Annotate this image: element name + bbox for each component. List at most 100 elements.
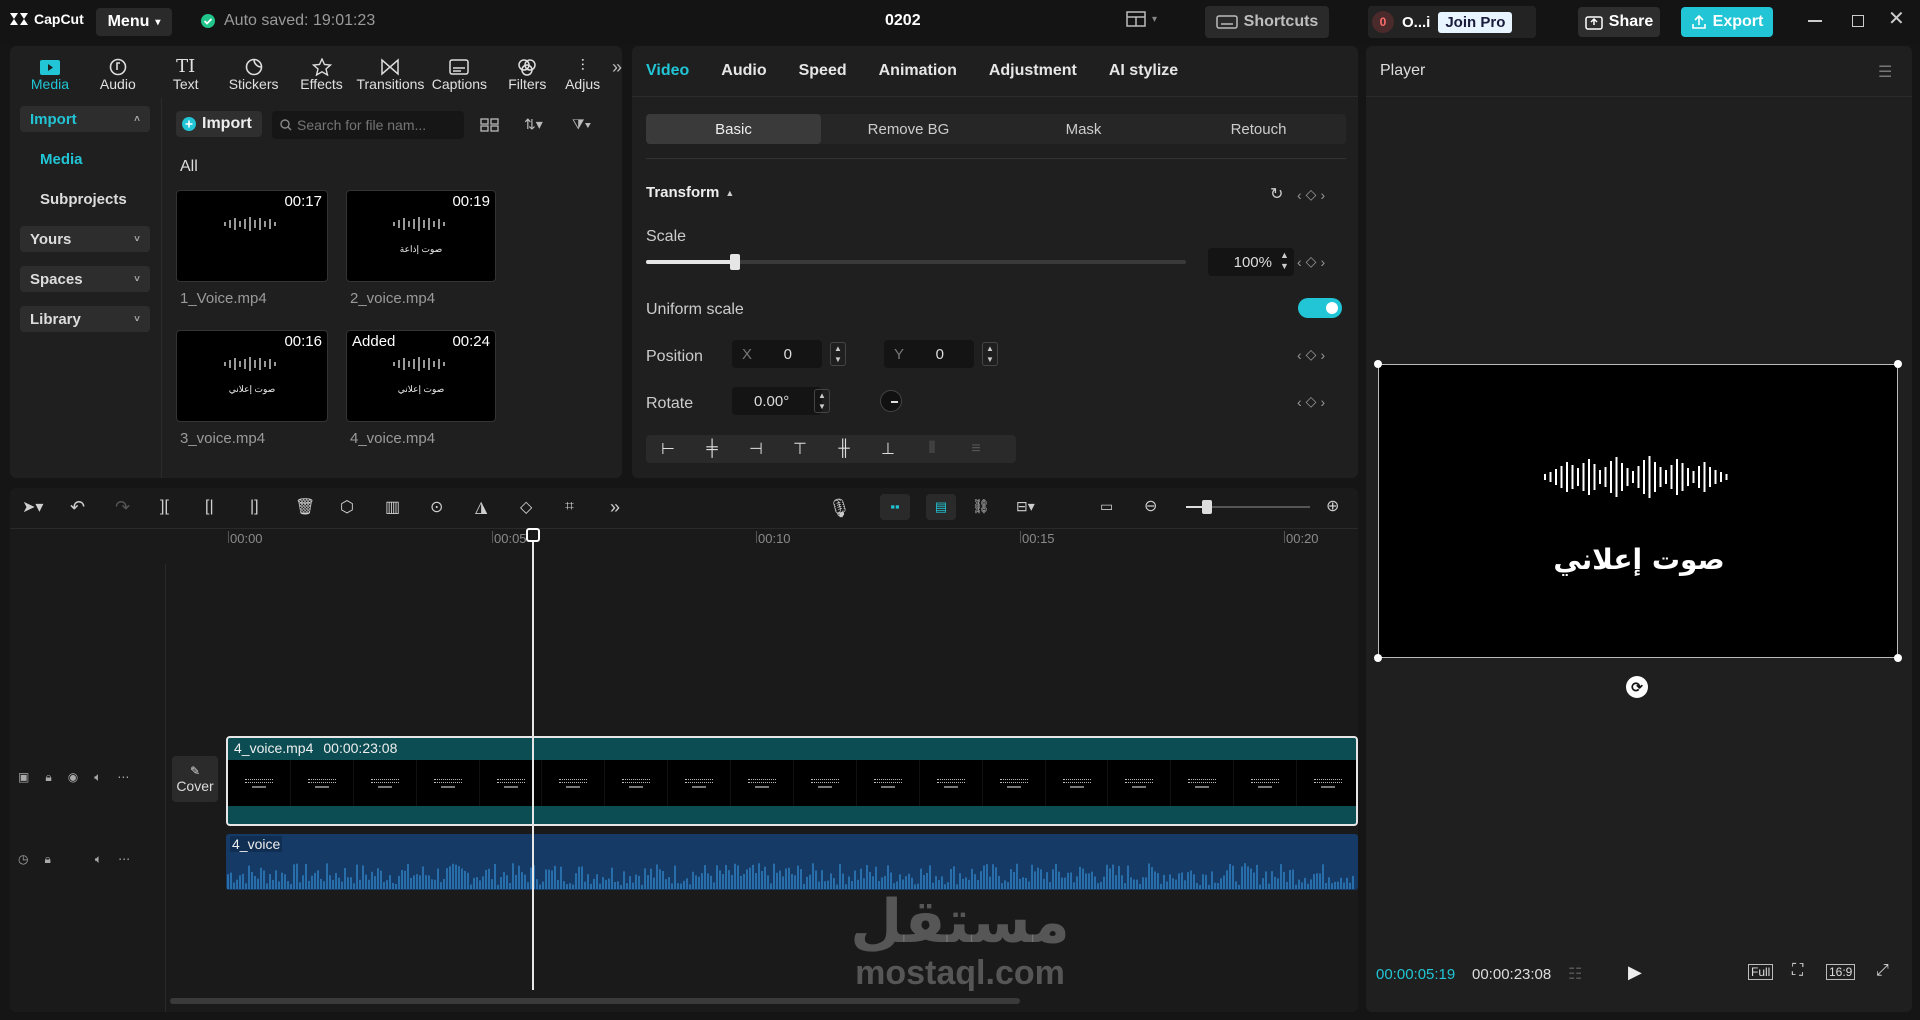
sidebar-item-yours[interactable]: Yours ˅ xyxy=(20,226,150,252)
full-quality-button[interactable]: Full xyxy=(1748,964,1774,980)
tab-speed[interactable]: Speed xyxy=(799,62,847,80)
audio-clip[interactable]: 4_voice xyxy=(226,834,1358,890)
distribute-v-icon[interactable]: ≡ xyxy=(954,440,998,458)
lock-icon[interactable]: 🔒︎ xyxy=(44,852,50,867)
timeline-view-icon[interactable]: ☷ xyxy=(1568,964,1582,984)
screen-icon[interactable]: ▭ xyxy=(1100,498,1113,515)
grid-view-icon[interactable] xyxy=(480,118,500,132)
play-reverse-icon[interactable]: ⊙ xyxy=(430,497,475,517)
zoom-in-icon[interactable]: ⊕ xyxy=(1326,496,1339,516)
align-right-icon[interactable]: ⊣ xyxy=(734,439,778,459)
position-y-stepper[interactable]: ▲ ▼ xyxy=(982,342,998,366)
video-clip[interactable]: 4_voice.mp4 00:00:23:08 xyxy=(226,736,1358,826)
tab-ai-stylize[interactable]: AI stylize xyxy=(1109,62,1178,80)
tab-adjustment[interactable]: Adjustment xyxy=(989,62,1077,80)
volume-icon[interactable]: 🔈︎ xyxy=(94,770,101,785)
distribute-h-icon[interactable]: ⫴ xyxy=(910,440,954,458)
restore-button[interactable] xyxy=(1852,15,1864,27)
tab-filters[interactable]: Filters xyxy=(495,58,559,92)
split-icon[interactable]: ][ xyxy=(160,498,205,516)
undo-icon[interactable]: ↶ xyxy=(70,497,115,518)
rotate-clip-icon[interactable]: ◇ xyxy=(520,497,565,517)
sidebar-item-library[interactable]: Library ˅ xyxy=(20,306,150,332)
minimize-button[interactable] xyxy=(1808,20,1822,22)
close-button[interactable]: ✕ xyxy=(1888,9,1905,29)
hamburger-icon[interactable]: ☰ xyxy=(1878,62,1892,82)
resize-handle[interactable] xyxy=(1374,360,1382,368)
align-center-h-icon[interactable]: ╪ xyxy=(690,440,734,458)
position-x-stepper[interactable]: ▲ ▼ xyxy=(830,342,846,366)
sidebar-item-spaces[interactable]: Spaces ˅ xyxy=(20,266,150,292)
redo-icon[interactable]: ↷ xyxy=(115,497,160,518)
cover-button[interactable]: ✎ Cover xyxy=(172,756,218,802)
crop-icon[interactable]: ⌗ xyxy=(565,498,610,516)
rotate-stepper[interactable]: ▲ ▼ xyxy=(814,389,830,413)
search-box[interactable] xyxy=(272,111,464,139)
tab-audio[interactable]: Audio xyxy=(86,58,150,92)
reset-icon[interactable]: ↻ xyxy=(1270,184,1283,204)
tab-video[interactable]: Video xyxy=(646,62,689,80)
zoom-slider-handle[interactable] xyxy=(1202,500,1212,514)
fullscreen-icon[interactable]: ⤢ xyxy=(1876,962,1889,980)
trim-left-icon[interactable]: [| xyxy=(205,498,250,516)
tab-media[interactable]: Media xyxy=(18,58,82,92)
media-item[interactable]: 00:19 صوت إذاعة 2_voice.mp4 xyxy=(346,190,496,307)
subtab-mask[interactable]: Mask xyxy=(996,114,1171,144)
playhead-handle[interactable] xyxy=(526,528,540,542)
microphone-icon[interactable]: 🎙 xyxy=(828,498,851,519)
sidebar-item-import[interactable]: Import ˄ xyxy=(20,106,150,132)
keyframe-rotate[interactable]: ‹ ◇ › xyxy=(1297,393,1325,410)
tab-captions[interactable]: Captions xyxy=(427,58,491,92)
tab-audio-props[interactable]: Audio xyxy=(721,62,766,80)
user-avatar[interactable]: 0 xyxy=(1372,11,1394,33)
resize-handle[interactable] xyxy=(1374,654,1382,662)
aspect-ratio-button[interactable]: 16:9 xyxy=(1826,964,1856,980)
subtab-basic[interactable]: Basic xyxy=(646,114,821,144)
scale-slider-handle[interactable] xyxy=(730,254,741,270)
more-icon[interactable]: ⋯ xyxy=(118,852,130,867)
filter-icon[interactable]: ⧩▾ xyxy=(572,116,591,133)
mirror-icon[interactable]: ◮ xyxy=(475,497,520,517)
tab-effects[interactable]: Effects xyxy=(290,58,354,92)
align-top-icon[interactable]: ⊤ xyxy=(778,439,822,459)
more-tools-icon[interactable]: » xyxy=(610,497,655,518)
account-area[interactable]: 0 O...i Join Pro xyxy=(1368,6,1536,38)
keyframe-position[interactable]: ‹ ◇ › xyxy=(1297,346,1325,363)
uniform-scale-toggle[interactable] xyxy=(1298,298,1342,318)
preview-axis-icon[interactable]: ⊟▾ xyxy=(1016,498,1035,515)
export-button[interactable]: Export xyxy=(1681,7,1773,37)
subtab-retouch[interactable]: Retouch xyxy=(1171,114,1346,144)
keyframe-transform[interactable]: ‹ ◇ › xyxy=(1297,186,1325,203)
fit-screen-icon[interactable]: ⛶ xyxy=(1792,962,1803,980)
more-tabs-icon[interactable]: » xyxy=(612,57,622,78)
resize-handle[interactable] xyxy=(1894,360,1902,368)
play-button-icon[interactable]: ▶ xyxy=(1628,962,1642,983)
eye-icon[interactable]: ◉ xyxy=(68,770,78,785)
align-left-icon[interactable]: ⊢ xyxy=(646,439,690,459)
media-item[interactable]: 00:16 صوت إعلاني 3_voice.mp4 xyxy=(176,330,328,447)
subtab-remove-bg[interactable]: Remove BG xyxy=(821,114,996,144)
position-y-input[interactable]: Y0 xyxy=(884,340,974,368)
tab-animation[interactable]: Animation xyxy=(879,62,957,80)
link-icon[interactable]: ⛓ xyxy=(972,498,990,515)
align-bottom-icon[interactable]: ⊥ xyxy=(866,439,910,459)
timeline-scrollbar[interactable] xyxy=(170,998,1020,1004)
more-icon[interactable]: ⋯ xyxy=(117,770,129,785)
volume-icon[interactable]: 🔈︎ xyxy=(95,852,102,867)
sidebar-item-subprojects[interactable]: Subprojects xyxy=(30,186,137,212)
sort-icon[interactable]: ⇅▾ xyxy=(524,116,543,133)
sidebar-item-media[interactable]: Media xyxy=(30,146,93,172)
project-name[interactable]: 0202 xyxy=(885,12,921,30)
keyframe-scale[interactable]: ‹ ◇ › xyxy=(1297,253,1325,270)
import-button[interactable]: Import xyxy=(176,111,262,137)
tab-adjust[interactable]: ⫶ Adjus xyxy=(563,58,602,92)
rotate-input[interactable]: 0.00° xyxy=(732,387,822,415)
marker-icon[interactable]: ⬡ xyxy=(340,497,385,517)
align-center-v-icon[interactable]: ╫ xyxy=(822,440,866,458)
magnet-snap-icon[interactable]: ▪▪ xyxy=(880,494,910,520)
tab-stickers[interactable]: Stickers xyxy=(222,58,286,92)
transform-header[interactable]: Transform ▲ xyxy=(646,184,734,201)
resize-handle[interactable] xyxy=(1894,654,1902,662)
trim-right-icon[interactable]: |] xyxy=(250,498,295,516)
media-item[interactable]: 00:17 1_Voice.mp4 xyxy=(176,190,328,307)
